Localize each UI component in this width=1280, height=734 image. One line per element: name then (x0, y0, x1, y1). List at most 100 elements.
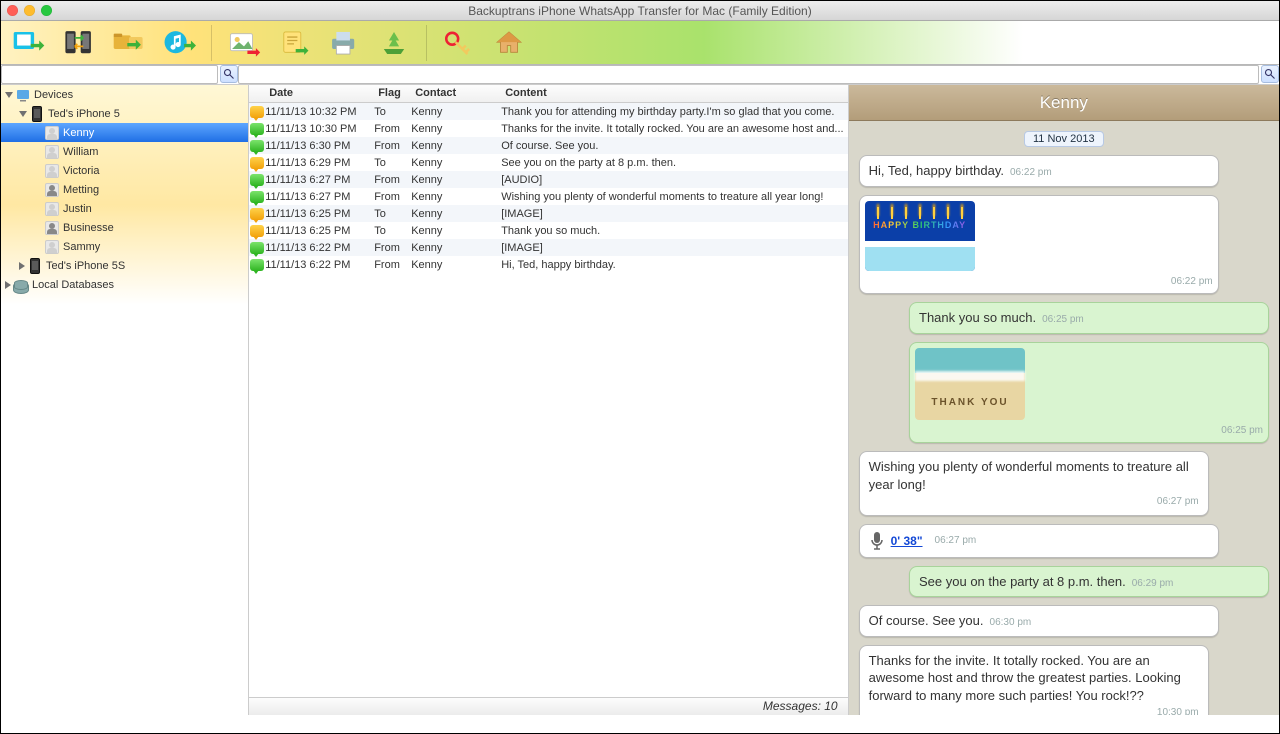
disclosure-icon[interactable] (19, 262, 25, 270)
cell-content: [IMAGE] (501, 208, 847, 220)
disclosure-icon[interactable] (19, 111, 27, 117)
home-button[interactable] (489, 25, 529, 61)
message-table-body[interactable]: 11/11/13 10:32 PMToKennyThank you for at… (249, 103, 847, 697)
audio-link[interactable]: 0' 38" (891, 533, 923, 549)
chat-bubble-in[interactable]: 0' 38" 06:27 pm (859, 524, 1219, 558)
person-icon (45, 202, 59, 216)
group-icon (45, 221, 59, 235)
cell-content: Wishing you plenty of wonderful moments … (501, 191, 847, 203)
tree-local-db[interactable]: Local Databases (1, 275, 248, 294)
bubble-text: Of course. See you. (869, 613, 984, 628)
cell-date: 11/11/13 10:32 PM (265, 106, 374, 118)
music-transfer-button[interactable] (159, 25, 199, 61)
cell-flag: To (374, 208, 411, 220)
cell-content: Hi, Ted, happy birthday. (501, 259, 847, 271)
person-icon (45, 240, 59, 254)
tree-device-1[interactable]: Ted's iPhone 5 (1, 104, 248, 123)
tree-label: Ted's iPhone 5 (48, 108, 120, 120)
cell-content: Thanks for the invite. It totally rocked… (501, 123, 847, 135)
chat-bubble-out[interactable]: See you on the party at 8 p.m. then.06:2… (909, 566, 1269, 598)
sidebar-contact-kenny[interactable]: Kenny (1, 123, 248, 142)
chat-bubble-in[interactable]: Hi, Ted, happy birthday.06:22 pm (859, 155, 1219, 187)
col-flag[interactable]: Flag (374, 85, 411, 102)
col-contact[interactable]: Contact (411, 85, 501, 102)
image-attachment[interactable]: HAPPY BIRTHDAY (865, 201, 975, 271)
devices-icon (16, 88, 30, 102)
cell-contact: Kenny (411, 106, 501, 118)
cell-contact: Kenny (411, 157, 501, 169)
sidebar-search-button[interactable] (220, 65, 238, 83)
chat-bubble-in[interactable]: Thanks for the invite. It totally rocked… (859, 645, 1209, 715)
bubble-timestamp: 06:27 pm (935, 534, 977, 548)
chat-bubble-in[interactable]: HAPPY BIRTHDAY06:22 pm (859, 195, 1219, 295)
col-date[interactable]: Date (249, 85, 374, 102)
sidebar-contact-metting[interactable]: Metting (1, 180, 248, 199)
contact-label: Justin (63, 203, 92, 215)
chat-body[interactable]: 11 Nov 2013 Hi, Ted, happy birthday.06:2… (849, 121, 1279, 715)
folder-transfer-button[interactable] (109, 25, 149, 61)
chat-bubble-out[interactable]: Thank you so much.06:25 pm (909, 302, 1269, 334)
cell-date: 11/11/13 6:30 PM (265, 140, 374, 152)
bubble-text: See you on the party at 8 p.m. then. (919, 574, 1126, 589)
contact-label: Victoria (63, 165, 99, 177)
note-export-button[interactable] (274, 25, 314, 61)
tree-root-devices[interactable]: Devices (1, 85, 248, 104)
col-content[interactable]: Content (501, 85, 847, 102)
cell-content: Thank you for attending my birthday part… (501, 106, 847, 118)
cell-flag: From (374, 140, 411, 152)
table-row[interactable]: 11/11/13 10:32 PMToKennyThank you for at… (249, 103, 847, 120)
sidebar-contact-justin[interactable]: Justin (1, 199, 248, 218)
recycle-button[interactable] (374, 25, 414, 61)
key-button[interactable] (439, 25, 479, 61)
cell-content: See you on the party at 8 p.m. then. (501, 157, 847, 169)
disclosure-icon[interactable] (5, 92, 13, 98)
message-table-header: Date Flag Contact Content (249, 85, 847, 103)
chat-bubble-in[interactable]: Of course. See you.06:30 pm (859, 605, 1219, 637)
sidebar-contact-sammy[interactable]: Sammy (1, 237, 248, 256)
tree-label: Devices (34, 89, 73, 101)
phone-sync-button[interactable] (59, 25, 99, 61)
message-icon (249, 174, 265, 186)
message-icon (249, 140, 265, 152)
table-row[interactable]: 11/11/13 10:30 PMFromKennyThanks for the… (249, 120, 847, 137)
device-transfer-button[interactable] (9, 25, 49, 61)
table-row[interactable]: 11/11/13 6:25 PMToKennyThank you so much… (249, 222, 847, 239)
messages-search-input[interactable] (238, 65, 1259, 84)
cell-date: 11/11/13 6:27 PM (265, 191, 374, 203)
chat-panel: Kenny 11 Nov 2013 Hi, Ted, happy birthda… (849, 85, 1279, 715)
sidebar[interactable]: Devices Ted's iPhone 5 Kenny William Victo… (1, 85, 249, 715)
table-row[interactable]: 11/11/13 6:27 PMFromKennyWishing you ple… (249, 188, 847, 205)
cell-flag: To (374, 225, 411, 237)
chat-bubble-in[interactable]: Wishing you plenty of wonderful moments … (859, 451, 1209, 516)
sidebar-search-input[interactable] (1, 65, 218, 84)
tree-device-2[interactable]: Ted's iPhone 5S (1, 256, 248, 275)
bubble-text: Wishing you plenty of wonderful moments … (869, 459, 1189, 492)
cell-content: [IMAGE] (501, 242, 847, 254)
photo-export-button[interactable] (224, 25, 264, 61)
table-row[interactable]: 11/11/13 6:29 PMToKennySee you on the pa… (249, 154, 847, 171)
image-attachment[interactable]: THANK YOU (915, 348, 1025, 420)
cell-contact: Kenny (411, 174, 501, 186)
messages-search-button[interactable] (1261, 65, 1279, 83)
table-row[interactable]: 11/11/13 6:22 PMFromKenny[IMAGE] (249, 239, 847, 256)
disclosure-icon[interactable] (5, 281, 11, 289)
table-row[interactable]: 11/11/13 6:27 PMFromKenny[AUDIO] (249, 171, 847, 188)
table-row[interactable]: 11/11/13 6:22 PMFromKennyHi, Ted, happy … (249, 256, 847, 273)
cell-flag: To (374, 106, 411, 118)
group-icon (45, 183, 59, 197)
table-row[interactable]: 11/11/13 6:30 PMFromKennyOf course. See … (249, 137, 847, 154)
sidebar-contact-victoria[interactable]: Victoria (1, 161, 248, 180)
cell-contact: Kenny (411, 259, 501, 271)
titlebar: Backuptrans iPhone WhatsApp Transfer for… (1, 1, 1279, 21)
sidebar-contact-william[interactable]: William (1, 142, 248, 161)
contact-label: Kenny (63, 127, 94, 139)
cell-contact: Kenny (411, 242, 501, 254)
table-row[interactable]: 11/11/13 6:25 PMToKenny[IMAGE] (249, 205, 847, 222)
toolbar (1, 21, 1279, 65)
chat-bubble-out[interactable]: THANK YOU06:25 pm (909, 342, 1269, 444)
person-icon (45, 164, 59, 178)
message-icon (249, 208, 265, 220)
sidebar-contact-businesse[interactable]: Businesse (1, 218, 248, 237)
cell-flag: From (374, 123, 411, 135)
print-button[interactable] (324, 25, 364, 61)
